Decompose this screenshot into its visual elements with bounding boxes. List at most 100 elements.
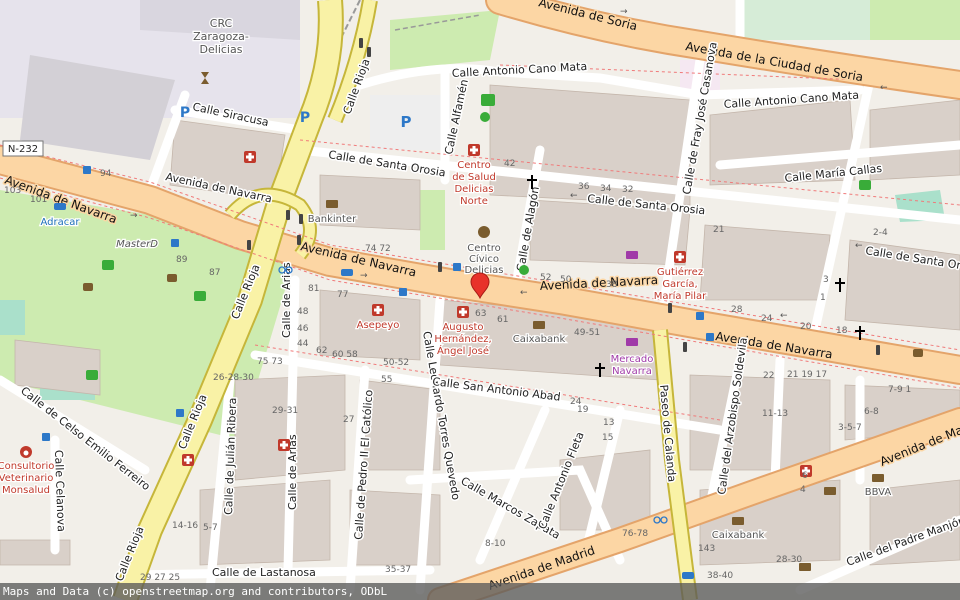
poi-centro-salud-2: de Salud (452, 172, 496, 183)
bus-stop-icon-6 (706, 333, 714, 341)
poi-centro-salud-3: Delicias (454, 184, 493, 195)
taxi-icon (341, 269, 353, 276)
house-number: 24 (761, 314, 773, 324)
house-number: 63 (475, 309, 486, 319)
route-shield-n232: N-232 (2, 140, 44, 157)
poi-mercado-1: Mercado (611, 354, 654, 365)
traffic-signal-icon (438, 262, 442, 272)
poi-masterd: MasterD (116, 239, 158, 250)
house-number: 18 (836, 326, 848, 336)
house-number: 94 (100, 169, 112, 179)
attribution-bar[interactable]: Maps and Data (c) openstreetmap.org and … (0, 583, 960, 600)
house-number: 22 (763, 371, 774, 381)
house-number: 38 (606, 280, 618, 290)
pharmacy-icon-3 (182, 454, 194, 466)
house-number: 29 27 25 (140, 573, 180, 583)
house-number: 11-13 (762, 409, 788, 419)
doctor-icon-2 (674, 251, 686, 263)
parking-icon-3: P (401, 113, 412, 131)
route-ref-label: N-232 (8, 144, 38, 155)
sports-icon-2 (519, 265, 529, 275)
house-number: 52 (540, 273, 551, 283)
bank-icon-4 (824, 487, 836, 495)
poi-asepeyo: Asepeyo (357, 320, 400, 331)
poi-consultorio-2: Veterinario (0, 473, 53, 484)
bank-icon-2 (533, 321, 545, 329)
oneway-arrow-icon: ← (855, 241, 863, 251)
house-number: 87 (209, 268, 220, 278)
oneway-arrow-icon: ← (570, 191, 578, 201)
map-view[interactable]: N-232 Avenida de Navarra Avenida de Nava… (0, 0, 960, 600)
bank-icon-3 (732, 517, 744, 525)
house-number: 2-4 (873, 228, 888, 238)
house-number: 36 (578, 182, 590, 192)
parking-icon-2: P (300, 110, 310, 126)
house-number: 38-40 (707, 571, 733, 581)
poi-centro-civico-1: Centro (467, 243, 500, 254)
traffic-signal-icon (359, 38, 363, 48)
house-number: 50-52 (383, 358, 409, 368)
poi-mercado-2: Navarra (612, 366, 652, 377)
sports-icon (480, 112, 490, 122)
poi-gutierrez-3: María Pilar (654, 290, 707, 302)
house-number: 62 (316, 346, 327, 356)
house-number: 27 (343, 415, 354, 425)
bus-stop-icon (83, 166, 91, 174)
poi-augusto-3: Ángel José (437, 344, 489, 357)
traffic-signal-icon (683, 342, 687, 352)
house-number: 20 (800, 322, 812, 332)
oneway-arrow-icon: ← (780, 311, 788, 321)
house-number: 7-9 1 (888, 385, 911, 395)
house-number: 14-16 (172, 521, 198, 531)
house-number: 24 (570, 397, 582, 407)
house-number: 42 (504, 159, 515, 169)
poi-centro-civico-2: Cívico (469, 253, 499, 265)
poi-consultorio-1: Consultorio (0, 461, 54, 472)
oneway-arrow-icon: → (360, 271, 368, 281)
house-number: 46 (297, 324, 309, 334)
house-number: 5-7 (203, 523, 218, 533)
house-number: 101 (30, 195, 47, 205)
bus-stop-icon-4 (453, 263, 461, 271)
house-number: 81 (308, 284, 319, 294)
clinic-icon (372, 304, 384, 316)
bank-icon (326, 200, 338, 208)
poi-crc-line3: Delicias (200, 43, 243, 56)
house-number: 15 (602, 433, 613, 443)
house-number: 6 (802, 471, 808, 481)
house-number: 75 73 (257, 357, 283, 367)
house-number: 29-31 (272, 406, 298, 416)
shop-icon (626, 251, 638, 259)
pharmacy-icon-2 (278, 439, 290, 451)
house-number: 61 (497, 315, 508, 325)
oneway-arrow-icon: ← (880, 83, 888, 93)
poi-adracar: Adracar (41, 217, 81, 228)
poi-centro-salud-1: Centro (457, 160, 490, 171)
poi-augusto-1: Augusto (442, 322, 483, 333)
poi-caixabank-1: Caixabank (513, 334, 566, 345)
map-canvas: N-232 Avenida de Navarra Avenida de Nava… (0, 0, 960, 600)
poi-augusto-2: Hernández, (434, 333, 491, 345)
cafe-icon-3 (167, 274, 177, 282)
traffic-signal-icon (668, 303, 672, 313)
bus-stop-icon-3 (399, 288, 407, 296)
oneway-arrow-icon: → (130, 211, 138, 221)
svg-text:P: P (401, 113, 412, 131)
playground-icon-5 (859, 180, 871, 190)
house-number: 60 58 (332, 350, 358, 360)
playground-icon (481, 94, 495, 106)
car-rental-icon (54, 203, 66, 210)
house-number: 34 (600, 184, 612, 194)
poi-gutierrez-1: Gutiérrez (657, 266, 703, 278)
house-number: 8-10 (485, 539, 506, 549)
cafe-icon-2 (83, 283, 93, 291)
house-number: 48 (297, 307, 309, 317)
house-number: 50 (560, 275, 572, 285)
house-number: 3 (823, 275, 829, 285)
house-number: 1 (820, 293, 826, 303)
pharmacy-icon (244, 151, 256, 163)
oneway-arrow-icon: → (620, 7, 628, 17)
house-number: 26-28-30 (213, 373, 254, 383)
traffic-signal-icon (247, 240, 251, 250)
poi-caixabank-2: Caixabank (712, 530, 765, 541)
